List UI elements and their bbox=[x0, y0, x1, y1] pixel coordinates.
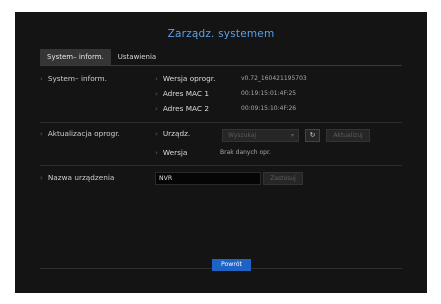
field-value-version: Brak danych opr. bbox=[220, 149, 271, 156]
field-value-software-version: v0.72_160421195703 bbox=[241, 75, 307, 82]
device-select-value: Wyszukaj bbox=[228, 132, 257, 139]
back-button[interactable]: Powrót bbox=[212, 259, 251, 271]
window-title: Zarządz. systemem bbox=[167, 28, 275, 40]
field-label-device: Urządz. bbox=[155, 129, 190, 138]
chevron-down-icon: ▾ bbox=[290, 132, 294, 139]
section-label-update: Aktualizacja oprogr. bbox=[40, 129, 120, 138]
section-label-system-info: System– inform. bbox=[40, 74, 107, 83]
field-label-mac1: Adres MAC 1 bbox=[155, 89, 209, 98]
system-management-window: Zarządz. systemem System– inform. Ustawi… bbox=[15, 12, 427, 293]
update-button[interactable]: Aktualizuj bbox=[326, 129, 370, 142]
tab-underline bbox=[40, 65, 402, 66]
field-label-software-version: Wersja oprogr. bbox=[155, 74, 216, 83]
section-divider bbox=[40, 122, 402, 123]
refresh-button[interactable]: ↻ bbox=[305, 129, 320, 142]
tab-bar: System– inform. Ustawienia bbox=[40, 49, 163, 65]
device-name-input[interactable]: NVR bbox=[155, 172, 261, 185]
tab-settings[interactable]: Ustawienia bbox=[111, 49, 163, 65]
section-divider bbox=[40, 165, 402, 166]
tab-system-info[interactable]: System– inform. bbox=[40, 49, 111, 65]
refresh-icon: ↻ bbox=[309, 131, 316, 139]
field-value-mac1: 00:19:15:01:4F:25 bbox=[241, 90, 297, 97]
apply-button[interactable]: Zastosuj bbox=[263, 172, 303, 185]
field-label-mac2: Adres MAC 2 bbox=[155, 104, 209, 113]
field-label-version: Wersja bbox=[155, 148, 188, 157]
device-select[interactable]: Wyszukaj ▾ bbox=[222, 129, 299, 142]
section-label-device-name: Nazwa urządzenia bbox=[40, 173, 115, 182]
field-value-mac2: 00:09:15:10:4F:26 bbox=[241, 105, 297, 112]
